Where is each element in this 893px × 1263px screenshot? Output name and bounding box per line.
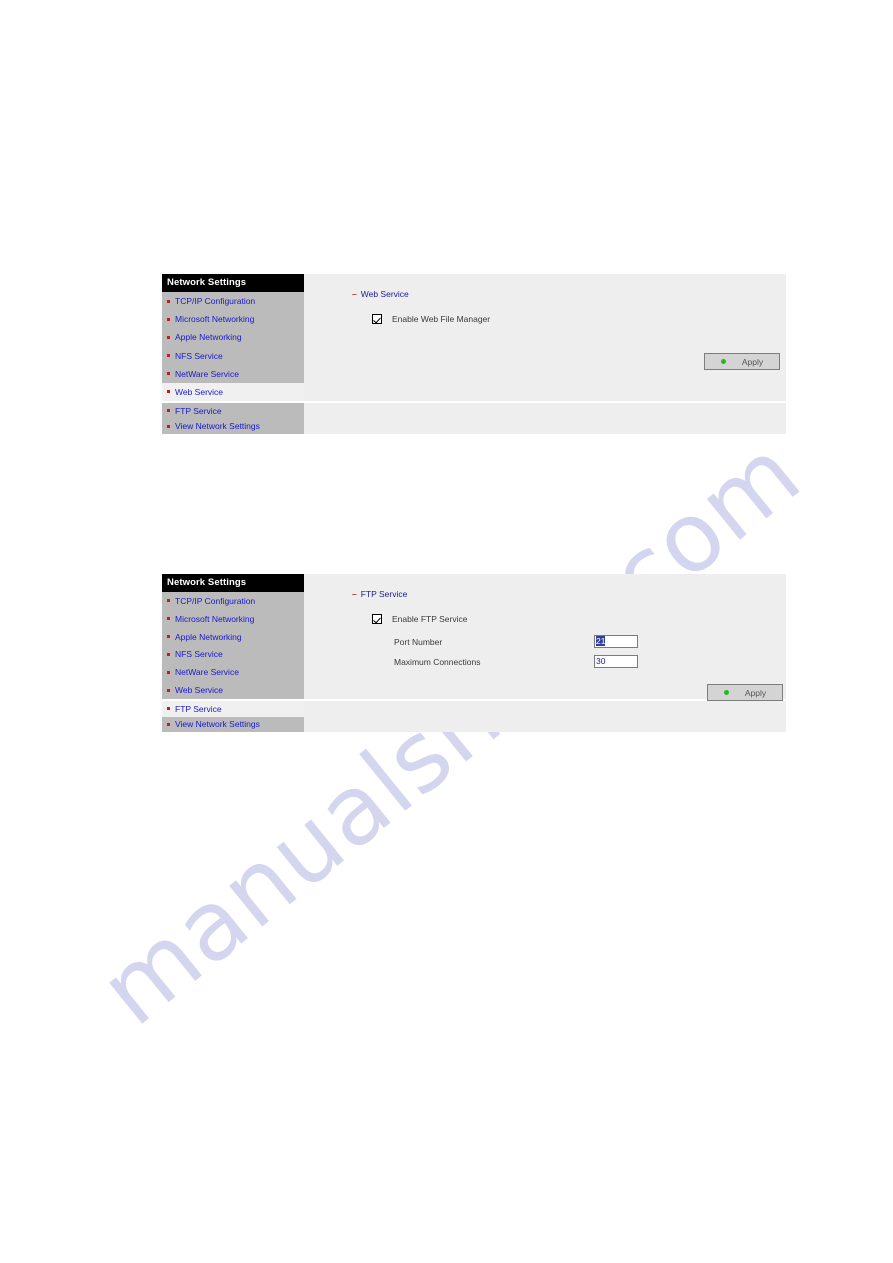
bullet-icon bbox=[167, 299, 170, 303]
sidebar-list: TCP/IP Configuration Microsoft Networkin… bbox=[162, 592, 304, 699]
sidebar-item-label: Apple Networking bbox=[175, 332, 242, 343]
enable-ftp-service-label: Enable FTP Service bbox=[392, 614, 468, 624]
maximum-connections-row: Maximum Connections 30 bbox=[394, 655, 864, 668]
sidebar-title: Network Settings bbox=[162, 274, 304, 292]
bullet-icon bbox=[167, 390, 170, 394]
apply-button-label: Apply bbox=[744, 687, 767, 698]
port-number-row: Port Number 21 bbox=[394, 635, 864, 648]
sidebar-item-label: Web Service bbox=[175, 685, 224, 696]
sidebar-item-microsoft-networking[interactable]: Microsoft Networking bbox=[162, 609, 304, 628]
checkbox-checked-icon[interactable] bbox=[372, 314, 382, 324]
sidebar-item-label: TCP/IP Configuration bbox=[175, 296, 256, 307]
bullet-icon bbox=[167, 707, 170, 711]
sidebar-item-view-network-settings[interactable]: View Network Settings bbox=[162, 716, 304, 732]
bullet-icon bbox=[167, 722, 170, 726]
sidebar-item-label: Apple Networking bbox=[175, 631, 242, 642]
panel-footer: FTP Service View Network Settings bbox=[162, 699, 786, 732]
bullet-icon bbox=[167, 409, 170, 413]
panel-footer-blank bbox=[304, 403, 786, 434]
bullet-icon bbox=[167, 372, 170, 376]
sidebar-item-web-service[interactable]: Web Service bbox=[162, 681, 304, 699]
sidebar-item-label: View Network Settings bbox=[175, 719, 260, 730]
sidebar-footer: FTP Service View Network Settings bbox=[162, 403, 304, 434]
bullet-icon bbox=[167, 688, 170, 692]
port-number-input[interactable]: 21 bbox=[594, 635, 638, 648]
sidebar-item-label: FTP Service bbox=[175, 405, 222, 416]
sidebar-item-apple-networking[interactable]: Apple Networking bbox=[162, 328, 304, 347]
sidebar-list: TCP/IP Configuration Microsoft Networkin… bbox=[162, 292, 304, 402]
panel-footer: FTP Service View Network Settings bbox=[162, 401, 786, 434]
port-number-value: 21 bbox=[596, 636, 606, 646]
sidebar-item-nfs-service[interactable]: NFS Service bbox=[162, 346, 304, 365]
sidebar-item-view-network-settings[interactable]: View Network Settings bbox=[162, 418, 304, 434]
sidebar-item-label: Microsoft Networking bbox=[175, 314, 255, 325]
ftp-service-panel: Network Settings TCP/IP Configuration Mi… bbox=[162, 574, 786, 732]
sidebar-item-label: FTP Service bbox=[175, 703, 222, 714]
sidebar-item-tcpip-configuration[interactable]: TCP/IP Configuration bbox=[162, 292, 304, 311]
section-heading-label: FTP Service bbox=[360, 589, 408, 599]
enable-ftp-service-row[interactable]: Enable FTP Service bbox=[372, 614, 467, 624]
bullet-icon bbox=[167, 317, 170, 321]
sidebar-footer: FTP Service View Network Settings bbox=[162, 701, 304, 732]
sidebar-item-netware-service[interactable]: NetWare Service bbox=[162, 663, 304, 682]
sidebar-item-label: TCP/IP Configuration bbox=[175, 595, 256, 606]
panel-footer-blank bbox=[304, 701, 786, 732]
apply-button[interactable]: Apply bbox=[707, 684, 783, 701]
enable-web-file-manager-label: Enable Web File Manager bbox=[392, 314, 491, 324]
bullet-icon bbox=[167, 599, 170, 603]
bullet-icon bbox=[167, 424, 170, 428]
sidebar: Network Settings TCP/IP Configuration Mi… bbox=[162, 574, 304, 699]
sidebar-item-label: NetWare Service bbox=[175, 368, 239, 379]
enable-web-file-manager-row[interactable]: Enable Web File Manager bbox=[372, 314, 490, 324]
checkbox-checked-icon[interactable] bbox=[372, 614, 382, 624]
panel-content: – FTP Service Enable FTP Service Port Num… bbox=[304, 574, 786, 701]
bullet-icon bbox=[167, 335, 170, 339]
sidebar-item-ftp-service[interactable]: FTP Service bbox=[162, 403, 304, 419]
sidebar-item-ftp-service[interactable]: FTP Service bbox=[162, 701, 304, 717]
bullet-icon bbox=[167, 617, 170, 621]
apply-button-label: Apply bbox=[741, 356, 764, 367]
sidebar-item-label: NFS Service bbox=[175, 649, 223, 660]
sidebar-item-nfs-service[interactable]: NFS Service bbox=[162, 645, 304, 664]
section-heading: – Web Service bbox=[352, 289, 409, 299]
bullet-icon bbox=[167, 670, 170, 674]
section-heading-label: Web Service bbox=[360, 289, 409, 299]
sidebar-item-label: View Network Settings bbox=[175, 421, 260, 432]
bullet-icon bbox=[167, 635, 170, 639]
sidebar-item-apple-networking[interactable]: Apple Networking bbox=[162, 627, 304, 646]
sidebar-item-label: NetWare Service bbox=[175, 667, 239, 678]
maximum-connections-value: 30 bbox=[596, 656, 606, 666]
sidebar-item-label: Microsoft Networking bbox=[175, 613, 255, 624]
maximum-connections-label: Maximum Connections bbox=[394, 656, 481, 667]
sidebar-item-netware-service[interactable]: NetWare Service bbox=[162, 364, 304, 383]
sidebar: Network Settings TCP/IP Configuration Mi… bbox=[162, 274, 304, 402]
port-number-label: Port Number bbox=[394, 636, 443, 647]
sidebar-title: Network Settings bbox=[162, 574, 304, 592]
section-heading: – FTP Service bbox=[352, 589, 407, 599]
sidebar-item-label: NFS Service bbox=[175, 350, 223, 361]
panel-content: – Web Service Enable Web File Manager App… bbox=[304, 274, 786, 401]
web-service-panel: Network Settings TCP/IP Configuration Mi… bbox=[162, 274, 786, 434]
collapse-dash-icon[interactable]: – bbox=[352, 589, 357, 599]
collapse-dash-icon[interactable]: – bbox=[352, 289, 357, 299]
status-dot-icon bbox=[720, 359, 726, 364]
sidebar-item-label: Web Service bbox=[175, 386, 224, 397]
bullet-icon bbox=[167, 354, 170, 358]
maximum-connections-input[interactable]: 30 bbox=[594, 655, 638, 668]
sidebar-item-tcpip-configuration[interactable]: TCP/IP Configuration bbox=[162, 592, 304, 610]
apply-button[interactable]: Apply bbox=[704, 353, 780, 370]
panel-body: Network Settings TCP/IP Configuration Mi… bbox=[162, 274, 786, 402]
sidebar-item-microsoft-networking[interactable]: Microsoft Networking bbox=[162, 310, 304, 329]
bullet-icon bbox=[167, 652, 170, 656]
status-dot-icon bbox=[723, 690, 729, 695]
sidebar-item-web-service[interactable]: Web Service bbox=[162, 382, 304, 402]
panel-body: Network Settings TCP/IP Configuration Mi… bbox=[162, 574, 786, 701]
